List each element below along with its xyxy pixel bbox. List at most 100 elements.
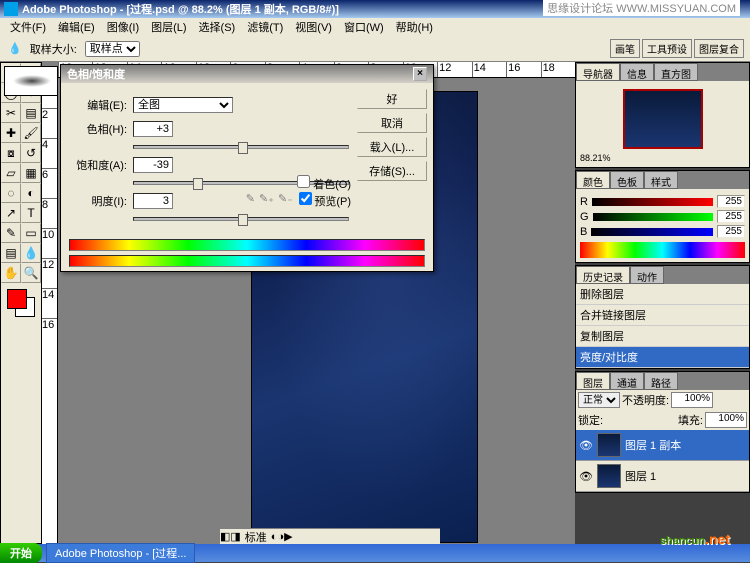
history-item[interactable]: 删除图层 (576, 284, 749, 305)
dialog-title: 色相/饱和度 (67, 66, 125, 82)
opacity-label: 不透明度: (622, 392, 669, 408)
tab-layer-comps[interactable]: 图层复合 (694, 39, 744, 58)
tool-blur[interactable]: ◌ (1, 183, 21, 203)
menu-help[interactable]: 帮助(H) (390, 19, 439, 35)
lightness-slider[interactable] (133, 217, 349, 221)
visibility-icon[interactable]: 👁 (579, 439, 593, 452)
blend-mode-select[interactable]: 正常 (578, 392, 620, 408)
menu-view[interactable]: 视图(V) (289, 19, 338, 35)
tab-brushes[interactable]: 画笔 (610, 39, 640, 58)
ruler-vertical: 0246810121416 (42, 78, 58, 544)
close-icon[interactable]: × (413, 67, 427, 81)
tool-dodge[interactable]: ◐ (21, 183, 41, 203)
r-label: R (580, 196, 588, 208)
hue-slider[interactable] (133, 145, 349, 149)
menu-filter[interactable]: 滤镜(T) (241, 19, 289, 35)
color-ramp[interactable] (580, 242, 745, 258)
menu-edit[interactable]: 编辑(E) (52, 19, 101, 35)
saturation-input[interactable]: -39 (133, 157, 173, 173)
r-value[interactable]: 255 (717, 195, 745, 208)
watermark-logo: shancun.net (660, 524, 730, 550)
hue-gradient-after (69, 255, 425, 267)
layer-thumb (597, 464, 621, 488)
fill-value[interactable]: 100% (705, 412, 747, 428)
tool-hand[interactable]: ✋ (1, 263, 21, 283)
edit-select[interactable]: 全图 (133, 97, 233, 113)
tool-gradient[interactable]: ▦ (21, 163, 41, 183)
hue-label: 色相(H): (67, 121, 127, 137)
saturation-label: 饱和度(A): (67, 157, 127, 173)
tool-brush[interactable]: 🖌 (21, 123, 41, 143)
opacity-value[interactable]: 100% (671, 392, 713, 408)
edit-label: 编辑(E): (67, 97, 127, 113)
ok-button[interactable]: 好 (357, 89, 427, 109)
tab-paths[interactable]: 路径 (644, 372, 678, 390)
menu-select[interactable]: 选择(S) (193, 19, 242, 35)
tool-zoom[interactable]: 🔍 (21, 263, 41, 283)
layer-name: 图层 1 (625, 468, 656, 484)
b-slider[interactable] (591, 228, 713, 236)
preview-checkbox[interactable]: 预览(P) (291, 192, 351, 209)
b-value[interactable]: 255 (717, 225, 745, 238)
tab-swatches[interactable]: 色板 (610, 171, 644, 189)
navigator-thumb[interactable] (623, 89, 703, 149)
g-slider[interactable] (593, 213, 713, 221)
taskbar: 开始 Adobe Photoshop - [过程... (0, 544, 750, 562)
tab-navigator[interactable]: 导航器 (576, 63, 620, 81)
layer-row[interactable]: 👁 图层 1 副本 (576, 430, 749, 461)
sample-size-select[interactable]: 取样点 (85, 41, 140, 57)
options-bar: 💧 取样大小: 取样点 画笔 工具预设 图层复合 (0, 36, 750, 62)
brush-preview (4, 66, 58, 96)
tool-type[interactable]: T (21, 203, 41, 223)
load-button[interactable]: 载入(L)... (357, 137, 427, 157)
tab-history[interactable]: 历史记录 (576, 266, 630, 284)
colorize-checkbox[interactable]: 着色(O) (291, 175, 351, 192)
tool-path[interactable]: ↗ (1, 203, 21, 223)
tab-channels[interactable]: 通道 (610, 372, 644, 390)
tool-crop[interactable]: ✂ (1, 103, 21, 123)
cancel-button[interactable]: 取消 (357, 113, 427, 133)
tab-actions[interactable]: 动作 (630, 266, 664, 284)
tab-tool-presets[interactable]: 工具预设 (642, 39, 692, 58)
tab-styles[interactable]: 样式 (644, 171, 678, 189)
menubar: 文件(F) 编辑(E) 图像(I) 图层(L) 选择(S) 滤镜(T) 视图(V… (0, 18, 750, 36)
tab-info[interactable]: 信息 (620, 63, 654, 81)
tool-eraser[interactable]: ▱ (1, 163, 21, 183)
color-swatch[interactable] (1, 283, 41, 323)
start-button[interactable]: 开始 (0, 543, 42, 563)
menu-layer[interactable]: 图层(L) (145, 19, 192, 35)
tool-shape[interactable]: ▭ (21, 223, 41, 243)
eyedropper-group: ✎ ✎₊ ✎₋ (246, 192, 293, 205)
eyedropper-icon[interactable]: ✎ (246, 192, 255, 205)
tool-stamp[interactable]: ⧇ (1, 143, 21, 163)
tool-slice[interactable]: ▤ (21, 103, 41, 123)
history-item[interactable]: 复制图层 (576, 326, 749, 347)
dialog-titlebar[interactable]: 色相/饱和度 × (61, 65, 433, 83)
lightness-input[interactable]: 3 (133, 193, 173, 209)
history-item[interactable]: 亮度/对比度 (576, 347, 749, 368)
hue-saturation-dialog: 色相/饱和度 × 编辑(E): 全图 色相(H): +3 饱和度(A): -39… (60, 64, 434, 272)
save-button[interactable]: 存储(S)... (357, 161, 427, 181)
menu-image[interactable]: 图像(I) (101, 19, 145, 35)
foreground-color[interactable] (7, 289, 27, 309)
history-item[interactable]: 合并链接图层 (576, 305, 749, 326)
taskbar-task[interactable]: Adobe Photoshop - [过程... (46, 543, 195, 563)
tool-pen[interactable]: ✎ (1, 223, 21, 243)
tab-histogram[interactable]: 直方图 (654, 63, 698, 81)
tool-notes[interactable]: ▤ (1, 243, 21, 263)
eyedropper-icon[interactable]: 💧 (8, 42, 22, 55)
eyedropper-add-icon[interactable]: ✎₊ (259, 192, 274, 205)
tab-color[interactable]: 颜色 (576, 171, 610, 189)
visibility-icon[interactable]: 👁 (579, 470, 593, 483)
r-slider[interactable] (592, 198, 713, 206)
tool-heal[interactable]: ✚ (1, 123, 21, 143)
status-label: 标准 (245, 529, 267, 545)
g-value[interactable]: 255 (717, 210, 745, 223)
layer-row[interactable]: 👁 图层 1 (576, 461, 749, 492)
menu-window[interactable]: 窗口(W) (338, 19, 390, 35)
hue-input[interactable]: +3 (133, 121, 173, 137)
tab-layers[interactable]: 图层 (576, 372, 610, 390)
tool-eyedropper[interactable]: 💧 (21, 243, 41, 263)
tool-history-brush[interactable]: ↺ (21, 143, 41, 163)
menu-file[interactable]: 文件(F) (4, 19, 52, 35)
